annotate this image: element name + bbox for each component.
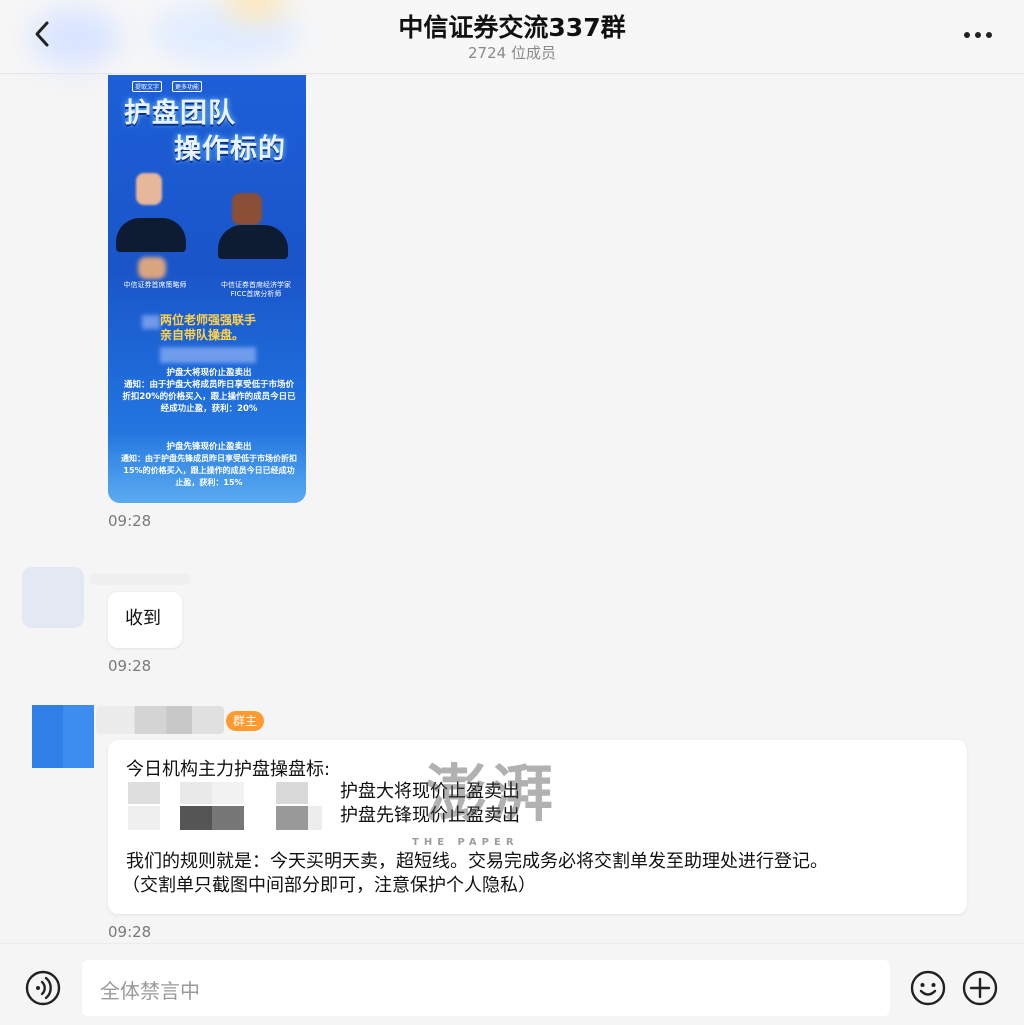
poster-caption: FICC首席分析师 (230, 290, 282, 298)
plus-icon (962, 970, 998, 1006)
sender-name-redacted (96, 706, 224, 734)
poster-heading: 护盘团队 (124, 98, 236, 129)
avatar[interactable] (22, 567, 84, 628)
poster-image[interactable]: 提取文字 更多功能 护盘团队 操作标的 中信证券首席策略师 中信证券首席经济学家… (108, 75, 306, 503)
message-text: 收到 (125, 608, 161, 629)
voice-button[interactable] (25, 970, 61, 1006)
plus-button[interactable] (962, 970, 998, 1006)
more-dots-icon (964, 32, 992, 38)
emoji-icon (910, 970, 946, 1006)
owner-badge: 群主 (226, 711, 265, 731)
message-intro: 今日机构主力护盘操盘标: (126, 759, 331, 780)
poster-heading: 操作标的 (174, 134, 286, 165)
emoji-button[interactable] (910, 970, 946, 1006)
message-time: 09:28 (108, 923, 152, 941)
message-input[interactable]: 全体禁言中 (82, 960, 890, 1016)
message-bubble[interactable]: 收到 (108, 592, 182, 648)
poster-section-body: 通知：由于护盘大将成员昨日享受低于市场价折扣20%的价格买入，跟上操作的成员今日… (122, 380, 296, 414)
poster-redaction (142, 315, 160, 329)
redaction-mosaic (128, 782, 322, 832)
input-bar: 全体禁言中 (0, 943, 1024, 1025)
poster-gold-text: 两位老师强强联手 (160, 313, 257, 327)
member-count: 2724 位成员 (468, 44, 556, 62)
poster-redaction (160, 347, 256, 363)
group-title: 中信证券交流337群 (398, 13, 626, 42)
input-placeholder: 全体禁言中 (100, 979, 200, 1003)
poster-gold-text: 亲自带队操盘。 (160, 328, 245, 342)
poster-caption: 中信证券首席策略师 (123, 281, 187, 289)
poster-section-body: 通知：由于护盘先锋成员昨日享受低于市场价折扣15%的价格买入，跟上操作的成员今日… (121, 454, 297, 487)
poster-section-title: 护盘大将现价止盈卖出 (166, 368, 252, 378)
chat-header: 中信证券交流337群 2724 位成员 (0, 0, 1024, 74)
message-time: 09:28 (108, 512, 152, 530)
avatar[interactable] (32, 705, 94, 768)
poster-section-title: 护盘先锋现价止盈卖出 (166, 442, 252, 452)
poster-caption: 中信证券首席经济学家 (221, 281, 291, 289)
message-time: 09:28 (108, 657, 152, 675)
watermark-logo: 澎湃 (425, 757, 558, 830)
message-note: （交割单只截图中间部分即可，注意保护个人隐私） (122, 875, 536, 896)
sender-name-redacted (90, 573, 190, 585)
message-rule: 我们的规则就是：今天买明天卖，超短线。交易完成务必将交割单发至助理处进行登记。 (126, 851, 828, 872)
watermark-text: THE PAPER (412, 837, 519, 848)
chat-messages: 提取文字 更多功能 护盘团队 操作标的 中信证券首席策略师 中信证券首席经济学家… (0, 75, 1024, 943)
voice-icon (25, 970, 61, 1006)
more-button[interactable] (958, 20, 998, 50)
